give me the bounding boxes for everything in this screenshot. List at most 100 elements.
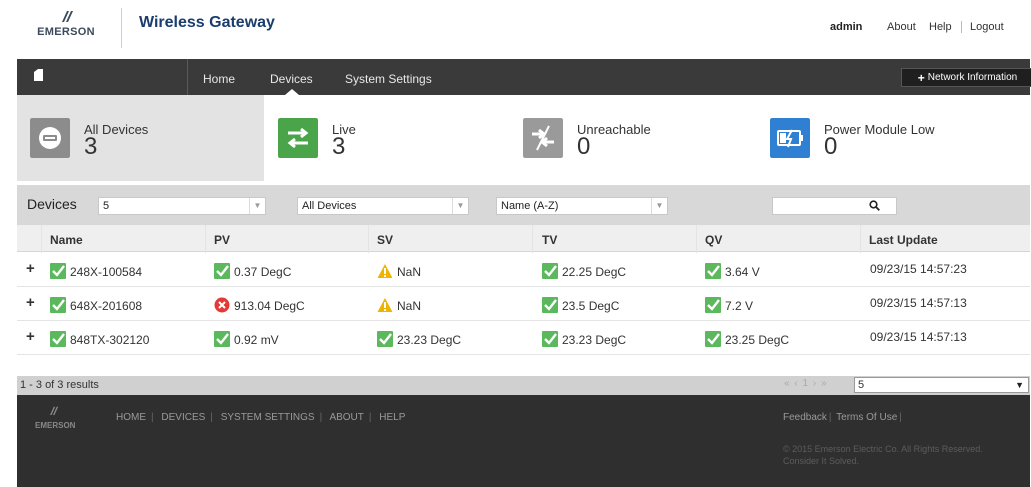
device-search-input[interactable] bbox=[772, 197, 897, 215]
summary-count: 0 bbox=[824, 133, 838, 160]
footer-link-home[interactable]: HOME bbox=[116, 412, 146, 423]
first-page-icon[interactable]: « bbox=[784, 378, 791, 389]
footer-link-devices[interactable]: DEVICES bbox=[161, 412, 205, 423]
per-page-select[interactable]: 5 ▼ bbox=[98, 197, 266, 215]
network-information-label: Network Information bbox=[927, 72, 1018, 83]
warning-icon bbox=[377, 298, 393, 312]
search-icon[interactable] bbox=[869, 200, 880, 211]
qv-value: 3.64 V bbox=[725, 265, 760, 279]
about-link[interactable]: About bbox=[887, 21, 916, 33]
summary-power-module-low[interactable]: Power Module Low 0 bbox=[757, 95, 1030, 181]
column-header-pv[interactable]: PV bbox=[214, 233, 230, 247]
tv-value: 23.23 DegC bbox=[562, 333, 627, 347]
summary-all-devices[interactable]: All Devices 3 bbox=[17, 95, 264, 181]
chevron-down-icon: ▼ bbox=[249, 198, 265, 214]
previous-page-icon[interactable]: ‹ bbox=[794, 378, 798, 389]
nav-home[interactable]: Home bbox=[203, 72, 235, 86]
check-icon bbox=[214, 331, 230, 347]
table-header: Name PV SV TV QV Last Update bbox=[17, 225, 1030, 252]
device-name[interactable]: 648X-201608 bbox=[70, 295, 142, 313]
check-icon bbox=[542, 297, 558, 313]
page-footer: EMERSON HOME | DEVICES | SYSTEM SETTINGS | … bbox=[17, 395, 1030, 487]
plus-icon: + bbox=[917, 70, 925, 85]
emerson-logo-mark-icon bbox=[62, 11, 73, 22]
copyright: © 2015 Emerson Electric Co. All Rights R… bbox=[783, 443, 983, 467]
sort-select[interactable]: Name (A-Z) ▼ bbox=[496, 197, 668, 215]
tv-cell: 22.25 DegC bbox=[542, 261, 626, 279]
sv-cell: 23.23 DegC bbox=[377, 329, 461, 347]
footer-link-about[interactable]: ABOUT bbox=[329, 412, 363, 423]
tv-value: 22.25 DegC bbox=[562, 265, 627, 279]
table-row[interactable]: + 848TX-302120 0.92 mV 23.23 DegC 23.23 … bbox=[17, 321, 1030, 355]
device-name[interactable]: 848TX-302120 bbox=[70, 329, 149, 347]
nav-divider bbox=[187, 59, 188, 95]
column-header-name[interactable]: Name bbox=[50, 233, 83, 247]
check-icon bbox=[50, 297, 66, 313]
expand-row-icon[interactable]: + bbox=[26, 329, 35, 344]
page-size-value: 5 bbox=[858, 379, 865, 391]
page-size-select[interactable]: 5 ▼ bbox=[854, 377, 1029, 393]
summary-unreachable[interactable]: Unreachable 0 bbox=[510, 95, 758, 181]
column-header-tv[interactable]: TV bbox=[542, 233, 557, 247]
footer-link-system-settings[interactable]: SYSTEM SETTINGS bbox=[221, 412, 315, 423]
nav-system-settings[interactable]: System Settings bbox=[345, 72, 432, 86]
table-row[interactable]: + 648X-201608 913.04 DegC NaN 23.5 DegC … bbox=[17, 287, 1030, 321]
last-update-cell: 09/23/15 14:57:13 bbox=[870, 330, 967, 344]
broken-link-icon bbox=[523, 118, 563, 158]
header-link-separator bbox=[961, 21, 962, 33]
pv-value: 913.04 DegC bbox=[234, 299, 305, 313]
pv-value: 0.92 mV bbox=[234, 333, 279, 347]
chevron-down-icon: ▼ bbox=[1015, 380, 1024, 390]
footer-wordmark: EMERSON bbox=[35, 421, 76, 430]
logout-link[interactable]: Logout bbox=[970, 21, 1004, 33]
footer-link-help[interactable]: HELP bbox=[379, 412, 405, 423]
summary-live[interactable]: Live 3 bbox=[265, 95, 511, 181]
check-icon bbox=[377, 331, 393, 347]
feedback-link[interactable]: Feedback bbox=[783, 412, 827, 423]
error-icon bbox=[214, 297, 230, 313]
chevron-down-icon: ▼ bbox=[651, 198, 667, 214]
next-page-icon[interactable]: › bbox=[813, 378, 817, 389]
emerson-logo[interactable]: EMERSON bbox=[30, 9, 102, 47]
user-name[interactable]: admin bbox=[830, 21, 862, 33]
sort-value: Name (A-Z) bbox=[501, 200, 559, 212]
devices-heading: Devices bbox=[27, 196, 77, 212]
footer-legal-links: Feedback | Terms Of Use | bbox=[783, 412, 902, 423]
expand-row-icon[interactable]: + bbox=[26, 261, 35, 276]
sv-cell: NaN bbox=[377, 295, 421, 313]
pv-value: 0.37 DegC bbox=[234, 265, 292, 279]
pv-cell: 0.37 DegC bbox=[214, 261, 291, 279]
check-icon bbox=[542, 331, 558, 347]
expand-row-icon[interactable]: + bbox=[26, 295, 35, 310]
chevron-down-icon: ▼ bbox=[452, 198, 468, 214]
tv-cell: 23.5 DegC bbox=[542, 295, 619, 313]
pv-cell: 0.92 mV bbox=[214, 329, 279, 347]
qv-value: 23.25 DegC bbox=[725, 333, 790, 347]
per-page-value: 5 bbox=[103, 200, 110, 212]
help-link[interactable]: Help bbox=[929, 21, 952, 33]
check-icon bbox=[705, 263, 721, 279]
sv-cell: NaN bbox=[377, 261, 421, 279]
device-name-cell: 848TX-302120 bbox=[50, 329, 149, 347]
column-header-sv[interactable]: SV bbox=[377, 233, 393, 247]
terms-of-use-link[interactable]: Terms Of Use bbox=[836, 412, 897, 423]
device-filter-select[interactable]: All Devices ▼ bbox=[297, 197, 469, 215]
sv-value: NaN bbox=[397, 265, 422, 279]
home-icon[interactable] bbox=[34, 69, 43, 81]
column-header-qv[interactable]: QV bbox=[705, 233, 722, 247]
check-icon bbox=[50, 263, 66, 279]
tv-cell: 23.23 DegC bbox=[542, 329, 626, 347]
battery-low-icon bbox=[770, 118, 810, 158]
qv-value: 7.2 V bbox=[725, 299, 754, 313]
device-summary: All Devices 3 Live 3 Unreachable 0 Power… bbox=[17, 95, 1030, 181]
device-name[interactable]: 248X-100584 bbox=[70, 261, 142, 279]
current-page-number[interactable]: 1 bbox=[802, 378, 809, 389]
header-divider bbox=[121, 8, 122, 48]
column-header-last-update[interactable]: Last Update bbox=[869, 233, 938, 247]
network-information-button[interactable]: + Network Information bbox=[901, 68, 1031, 87]
pv-cell: 913.04 DegC bbox=[214, 295, 305, 313]
table-row[interactable]: + 248X-100584 0.37 DegC NaN 22.25 DegC 3… bbox=[17, 253, 1030, 287]
last-page-icon[interactable]: » bbox=[821, 378, 828, 389]
summary-label: Power Module Low bbox=[824, 122, 935, 137]
nav-devices[interactable]: Devices bbox=[270, 72, 313, 86]
